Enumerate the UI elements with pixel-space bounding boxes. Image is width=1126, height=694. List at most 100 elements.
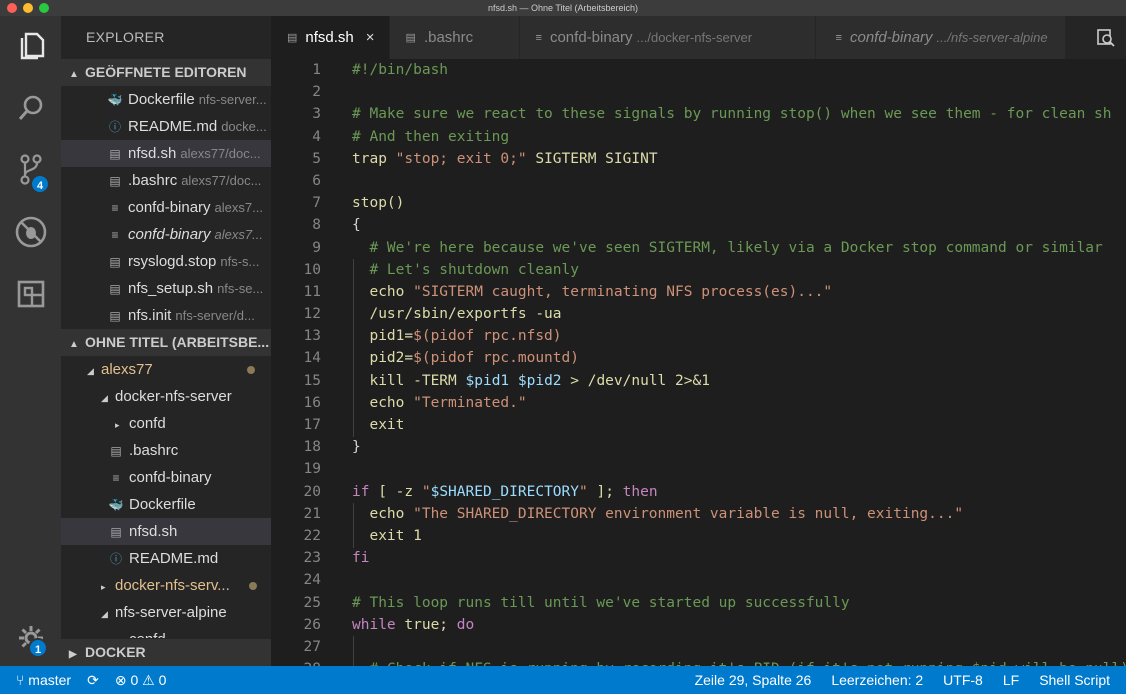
- activity-bar: 4 1: [0, 16, 61, 666]
- open-editor-item-preview[interactable]: ≡ confd-binary alexs7...: [61, 221, 271, 248]
- search-icon[interactable]: [0, 82, 61, 134]
- line-number: 17: [303, 417, 321, 433]
- code-line: 26 while true; do: [271, 614, 1126, 636]
- tree-folder-nfs-server-alpine[interactable]: ◢ nfs-server-alpine: [61, 599, 271, 626]
- open-editors-header[interactable]: ▲ GEÖFFNETE EDITOREN: [61, 59, 271, 86]
- code-line: 19: [271, 458, 1126, 480]
- code-text: # This loop runs till until we've starte…: [352, 592, 850, 614]
- extensions-icon[interactable]: [0, 268, 61, 320]
- tab-nfsd-sh[interactable]: ▤ nfsd.sh ×: [271, 16, 390, 59]
- open-editor-name: Dockerfile: [128, 91, 195, 108]
- encoding-setting[interactable]: UTF-8: [943, 672, 983, 688]
- code-token: # Make sure we react to these signals by…: [352, 106, 1112, 123]
- tree-file-nfsd-sh[interactable]: ▤ nfsd.sh: [61, 518, 271, 545]
- collapse-chevron-icon: ▲: [69, 69, 79, 80]
- file-icon: ▤: [110, 444, 122, 458]
- open-editor-path: alexs77/doc...: [180, 146, 261, 161]
- chevron-right-icon: ▶: [69, 649, 77, 660]
- open-editor-item[interactable]: 🐳 Dockerfile nfs-server...: [61, 86, 271, 113]
- open-editor-item[interactable]: ⓘ README.md docke...: [61, 113, 271, 140]
- tab-bashrc[interactable]: ▤ .bashrc: [389, 16, 520, 59]
- code-token: then: [622, 483, 658, 500]
- code-lines: 1 #!/bin/bash 2 3 # Make sure we react to th…: [271, 59, 1126, 666]
- open-editors-label: GEÖFFNETE EDITOREN: [85, 64, 247, 80]
- tree-folder-confd-2[interactable]: ▸confd: [61, 626, 271, 638]
- line-number: 10: [303, 261, 321, 278]
- maximize-window-button[interactable]: [39, 3, 49, 13]
- line-number: 9: [312, 239, 321, 256]
- code-token: echo: [352, 505, 414, 522]
- minimize-window-button[interactable]: [23, 3, 33, 13]
- open-editor-path: docke...: [221, 119, 267, 134]
- open-editor-item[interactable]: ▤ nfs.init nfs-server/d...: [61, 302, 271, 329]
- open-editor-item-active[interactable]: ▤ nfsd.sh alexs77/doc...: [61, 140, 271, 167]
- code-token: ": [421, 483, 431, 500]
- debug-icon[interactable]: [0, 206, 61, 258]
- code-token: echo: [352, 394, 414, 411]
- open-editor-name: confd-binary: [128, 226, 211, 243]
- code-line: 12 /usr/sbin/exportfs -ua: [271, 303, 1126, 325]
- tab-confd-binary-preview[interactable]: ≡ confd-binary .../nfs-server-alpine: [815, 16, 1066, 59]
- open-changes-icon[interactable]: [1096, 28, 1116, 51]
- close-window-button[interactable]: [7, 3, 17, 13]
- indentation-setting[interactable]: Leerzeichen: 2: [831, 672, 923, 688]
- line-number: 3: [312, 106, 321, 123]
- open-editor-path: nfs-server...: [198, 92, 267, 107]
- code-text: pid1=$(pidof rpc.nfsd): [352, 325, 562, 347]
- code-token: SIGTERM SIGINT: [526, 150, 658, 167]
- sync-icon[interactable]: ⟳: [87, 672, 99, 689]
- tab-confd-binary[interactable]: ≡ confd-binary .../docker-nfs-server: [519, 16, 816, 59]
- workspace-header[interactable]: ▲ OHNE TITEL (ARBEITSBE...: [61, 329, 271, 356]
- tree-item-label: .bashrc: [129, 442, 179, 459]
- tree-folder-docker-nfs-server[interactable]: ◢ docker-nfs-server: [61, 383, 271, 410]
- code-token: "Terminated.": [413, 394, 527, 411]
- tree-folder-docker-nfs-serv[interactable]: ▸ docker-nfs-serv...: [61, 572, 271, 599]
- code-editor[interactable]: 1 #!/bin/bash 2 3 # Make sure we react to th…: [271, 59, 1126, 666]
- source-control-icon[interactable]: 4: [0, 144, 61, 196]
- code-token: if: [352, 483, 370, 500]
- tab-label: .bashrc: [423, 29, 474, 46]
- explorer-icon[interactable]: [0, 20, 61, 72]
- tree-file-confd-binary[interactable]: ≡ confd-binary: [61, 464, 271, 491]
- open-editor-item[interactable]: ▤ rsyslogd.stop nfs-s...: [61, 248, 271, 275]
- branch-indicator[interactable]: ⑂ master: [16, 672, 71, 688]
- docker-icon: 🐳: [107, 93, 123, 107]
- tab-label: confd-binary: [849, 29, 933, 46]
- line-number: 16: [303, 394, 321, 411]
- code-token: "stop; exit 0;": [395, 150, 527, 167]
- docker-section-header[interactable]: ▶ DOCKER: [61, 639, 271, 666]
- tree-item-label: docker-nfs-server: [115, 388, 232, 405]
- settings-gear-icon[interactable]: 1: [0, 612, 61, 664]
- open-editor-name: rsyslogd.stop: [128, 253, 217, 270]
- tree-folder-alexs77[interactable]: ◢ alexs77: [61, 356, 271, 383]
- open-editor-path: nfs-se...: [217, 281, 264, 296]
- chevron-right-icon: ▸: [115, 420, 120, 430]
- tree-file-bashrc[interactable]: ▤ .bashrc: [61, 437, 271, 464]
- code-text: # Check if NFS is running by recording i…: [352, 658, 1126, 666]
- file-icon: ▤: [109, 147, 121, 161]
- tab-description: .../nfs-server-alpine: [936, 30, 1048, 45]
- tree-file-readme[interactable]: ⓘ README.md: [61, 545, 271, 572]
- code-text: exit 1: [352, 525, 421, 547]
- code-token: $SHARED_DIRECTORY: [430, 483, 579, 500]
- code-text: }: [352, 436, 361, 458]
- cursor-position[interactable]: Zeile 29, Spalte 26: [695, 672, 812, 688]
- line-number: 14: [303, 350, 321, 367]
- git-branch-icon: ⑂: [16, 672, 25, 688]
- line-number: 5: [312, 150, 321, 167]
- code-token: [ -z: [369, 483, 422, 500]
- code-token: > /dev/null 2>&1: [561, 372, 710, 389]
- code-token: ": [579, 483, 588, 500]
- language-mode[interactable]: Shell Script: [1039, 672, 1110, 688]
- close-tab-icon[interactable]: ×: [366, 29, 375, 46]
- problems-indicator[interactable]: ⊗ 0 ⚠ 0: [115, 672, 167, 689]
- open-editor-name: nfs_setup.sh: [128, 280, 214, 297]
- open-editor-item[interactable]: ▤ nfs_setup.sh nfs-se...: [61, 275, 271, 302]
- open-editor-item[interactable]: ≡ confd-binary alexs7...: [61, 194, 271, 221]
- eol-setting[interactable]: LF: [1003, 672, 1019, 688]
- code-token: $(pidof rpc.nfsd): [413, 328, 562, 345]
- code-text: # Let's shutdown cleanly: [352, 259, 579, 281]
- open-editor-item[interactable]: ▤ .bashrc alexs77/doc...: [61, 167, 271, 194]
- tree-file-dockerfile[interactable]: 🐳 Dockerfile: [61, 491, 271, 518]
- tree-folder-confd[interactable]: ▸ confd: [61, 410, 271, 437]
